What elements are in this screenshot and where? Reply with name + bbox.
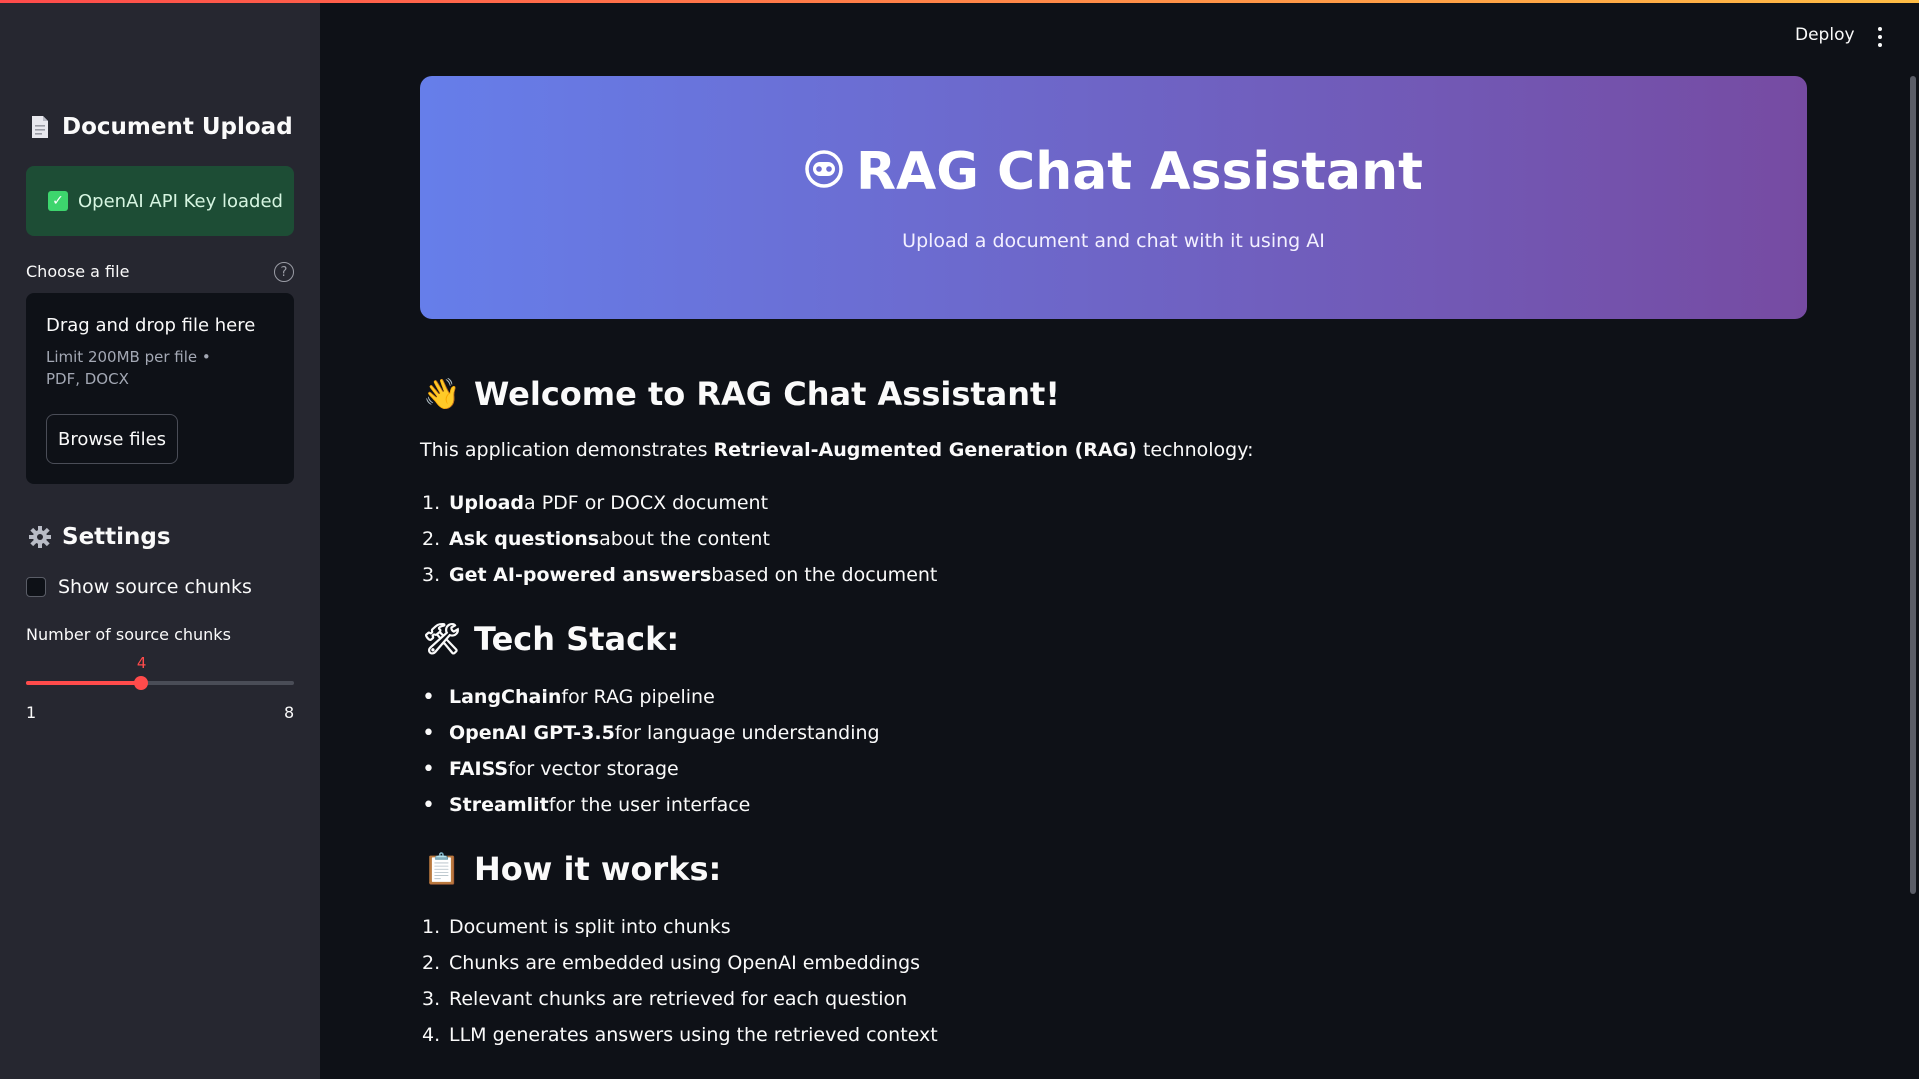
list-item-text: Relevant chunks are retrieved for each q… [449,988,908,1010]
browse-files-button[interactable]: Browse files [46,414,178,464]
how-it-works-heading: 📋 How it works: [422,850,721,888]
list-item-text: for language understanding [614,722,880,744]
list-item-text: Chunks are embedded using OpenAI embeddi… [449,952,921,974]
dropzone-limit: Limit 200MB per file • PDF, DOCX [46,348,211,388]
welcome-heading: 👋 Welcome to RAG Chat Assistant! [422,375,1060,413]
deploy-button[interactable]: Deploy [1795,25,1855,45]
tech-stack-heading-text: Tech Stack: [474,620,680,658]
sidebar: Document Upload ✓ OpenAI API Key loaded … [0,3,320,1079]
gear-icon [28,525,52,549]
tech-stack-list: • LangChain for RAG pipeline • OpenAI GPT-… [422,679,880,823]
waving-hand-icon: 👋 [423,376,461,412]
list-item: 1. Upload a PDF or DOCX document [422,485,937,521]
list-item-text: for RAG pipeline [561,686,715,708]
list-item: • OpenAI GPT-3.5 for language understandi… [422,715,880,751]
bullet: • [422,792,435,818]
list-item: 3. Get AI-powered answers based on the do… [422,557,937,593]
bullet: • [422,720,435,746]
list-number: 2. [422,528,441,550]
show-source-chunks-toggle[interactable]: Show source chunks [26,576,252,598]
upload-section-title: Document Upload [28,114,293,140]
list-item: 4. LLM generates answers using the retrie… [422,1017,938,1053]
list-item-text: for the user interface [548,794,751,816]
settings-section-title: Settings [28,524,171,550]
list-item: • LangChain for RAG pipeline [422,679,880,715]
list-item-bold: Get AI-powered answers [449,564,712,586]
intro-suffix: technology: [1136,439,1254,461]
list-number: 4. [422,1024,441,1046]
intro-prefix: This application demonstrates [420,439,714,461]
slider-value: 4 [136,654,147,672]
list-item-text: for vector storage [508,758,679,780]
hammer-wrench-icon: 🛠 [422,621,462,657]
welcome-heading-text: Welcome to RAG Chat Assistant! [474,375,1060,413]
tech-stack-heading: 🛠 Tech Stack: [422,620,679,658]
how-it-works-list: 1. Document is split into chunks 2. Chunks… [422,909,938,1053]
dropzone-title: Drag and drop file here [46,315,256,336]
api-key-status: ✓ OpenAI API Key loaded [26,166,294,236]
list-number: 1. [422,492,441,514]
list-item: • FAISS for vector storage [422,751,880,787]
slider-thumb[interactable] [133,676,148,690]
hero-banner: RAG Chat Assistant Upload a document and… [420,76,1807,319]
list-item: • Streamlit for the user interface [422,787,880,823]
list-item-text: a PDF or DOCX document [524,492,769,514]
list-item: 1. Document is split into chunks [422,909,938,945]
list-number: 2. [422,952,441,974]
list-number: 1. [422,916,441,938]
show-source-chunks-label: Show source chunks [58,576,252,598]
kebab-menu-icon[interactable] [1874,27,1886,47]
help-icon[interactable]: ? [274,262,294,282]
welcome-steps-list: 1. Upload a PDF or DOCX document 2. Ask qu… [422,485,937,593]
api-key-status-text: OpenAI API Key loaded [78,190,283,212]
clipboard-icon: 📋 [423,851,461,887]
slider-label: Number of source chunks [26,625,231,644]
list-item-bold: Streamlit [449,794,549,816]
list-item-text: LLM generates answers using the retrieve… [449,1024,938,1046]
robot-icon [804,142,844,202]
checkmark-icon: ✓ [48,191,68,211]
list-number: 3. [422,988,441,1010]
page-scrollbar[interactable] [1910,76,1916,894]
list-item: 2. Chunks are embedded using OpenAI embed… [422,945,938,981]
how-it-works-heading-text: How it works: [474,850,722,888]
list-number: 3. [422,564,441,586]
show-source-chunks-checkbox[interactable] [26,577,46,597]
list-item-text: about the content [599,528,770,550]
list-item-bold: Upload [449,492,525,514]
list-item-bold: FAISS [449,758,509,780]
file-dropzone[interactable]: Drag and drop file here Limit 200MB per … [26,293,294,484]
list-item-bold: LangChain [449,686,562,708]
slider-fill [26,681,141,685]
list-item-text: based on the document [711,564,938,586]
upload-title: Document Upload [62,114,293,140]
document-icon [28,115,52,139]
list-item: 2. Ask questions about the content [422,521,937,557]
bullet: • [422,684,435,710]
intro-paragraph: This application demonstrates Retrieval-… [420,439,1253,461]
intro-bold: Retrieval-Augmented Generation (RAG) [713,439,1137,461]
hero-title: RAG Chat Assistant [420,142,1807,202]
hero-subtitle: Upload a document and chat with it using… [902,230,1325,252]
list-item-bold: Ask questions [449,528,600,550]
list-item-text: Document is split into chunks [449,916,731,938]
list-item: 3. Relevant chunks are retrieved for each… [422,981,938,1017]
list-item-bold: OpenAI GPT-3.5 [449,722,615,744]
slider-max-label: 8 [284,703,295,722]
hero-title-text: RAG Chat Assistant [855,142,1424,202]
settings-title: Settings [62,524,171,550]
bullet: • [422,756,435,782]
slider-min-label: 1 [26,703,37,722]
file-uploader-label: Choose a file [26,262,130,281]
